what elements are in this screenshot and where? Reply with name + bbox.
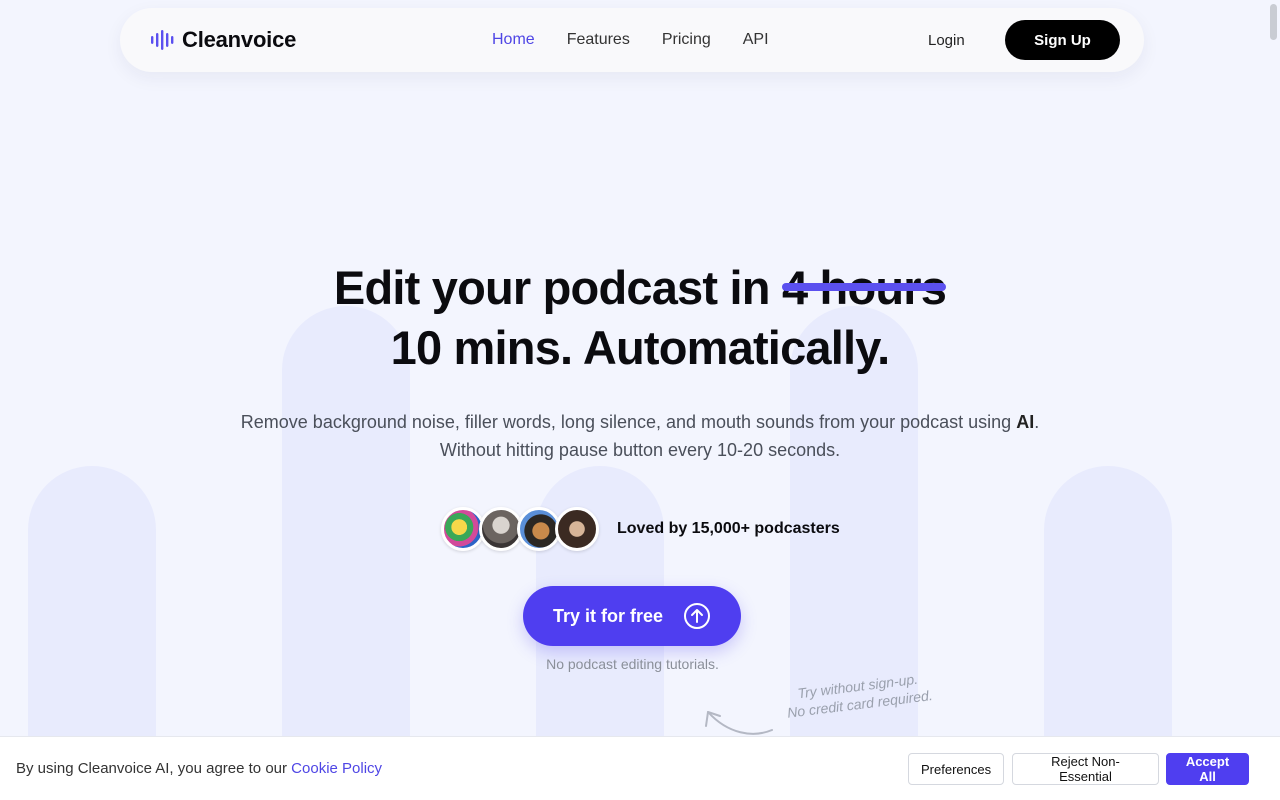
cta-label: Try it for free xyxy=(552,605,664,626)
handwritten-note: Try without sign-up. No credit card requ… xyxy=(784,668,934,722)
reject-non-essential-button[interactable]: Reject Non-Essential xyxy=(1012,753,1159,785)
login-link[interactable]: Login xyxy=(928,32,965,49)
social-proof-text: Loved by 15,000+ podcasters xyxy=(617,520,840,537)
signup-button[interactable]: Sign Up xyxy=(1005,20,1120,60)
cookie-text: By using Cleanvoice AI, you agree to our… xyxy=(16,760,382,777)
headline-line-2: 10 mins. Automatically. xyxy=(390,321,891,374)
arrow-up-circle-icon xyxy=(684,603,711,629)
strikethrough-bar xyxy=(781,283,947,291)
scrollbar[interactable] xyxy=(1270,4,1277,40)
navbar: Cleanvoice Home Features Pricing API Log… xyxy=(120,8,1144,72)
preferences-button[interactable]: Preferences xyxy=(908,753,1004,785)
hero-subtext-line-1: Remove background noise, filler words, l… xyxy=(0,408,1280,436)
cta-note: No podcast editing tutorials. xyxy=(546,656,719,672)
try-free-button[interactable]: Try it for free xyxy=(523,586,741,646)
headline-line-1: Edit your podcast in 4 hours xyxy=(0,258,1280,318)
nav-link-pricing[interactable]: Pricing xyxy=(662,31,711,49)
curved-arrow-icon xyxy=(705,711,773,735)
logo-text: Cleanvoice xyxy=(182,27,297,52)
hero-section: Edit your podcast in 4 hours 10 mins. Au… xyxy=(0,0,1280,736)
subtext-period: . xyxy=(1034,412,1040,432)
social-proof: Loved by 15,000+ podcasters xyxy=(441,506,840,552)
nav-link-api[interactable]: API xyxy=(743,31,769,49)
avatar xyxy=(555,507,599,551)
cookie-banner: By using Cleanvoice AI, you agree to our… xyxy=(0,736,1280,800)
headline-struck-text: 4 hours xyxy=(781,258,947,318)
headline-prefix: Edit your podcast in xyxy=(333,261,771,314)
hero-subtext-line-2: Without hitting pause button every 10-20… xyxy=(439,440,841,460)
cookie-policy-link[interactable]: Cookie Policy xyxy=(291,760,382,777)
subtext-main: Remove background noise, filler words, l… xyxy=(240,412,1017,432)
logo[interactable]: Cleanvoice xyxy=(150,27,297,52)
nav-link-home[interactable]: Home xyxy=(492,31,535,49)
waveform-icon xyxy=(151,30,174,50)
cookie-message: By using Cleanvoice AI, you agree to our xyxy=(16,760,292,777)
accept-all-button[interactable]: Accept All xyxy=(1166,753,1249,785)
subtext-bold-ai: AI xyxy=(1016,412,1035,432)
main-nav: Home Features Pricing API xyxy=(492,8,769,72)
nav-link-features[interactable]: Features xyxy=(567,31,630,49)
